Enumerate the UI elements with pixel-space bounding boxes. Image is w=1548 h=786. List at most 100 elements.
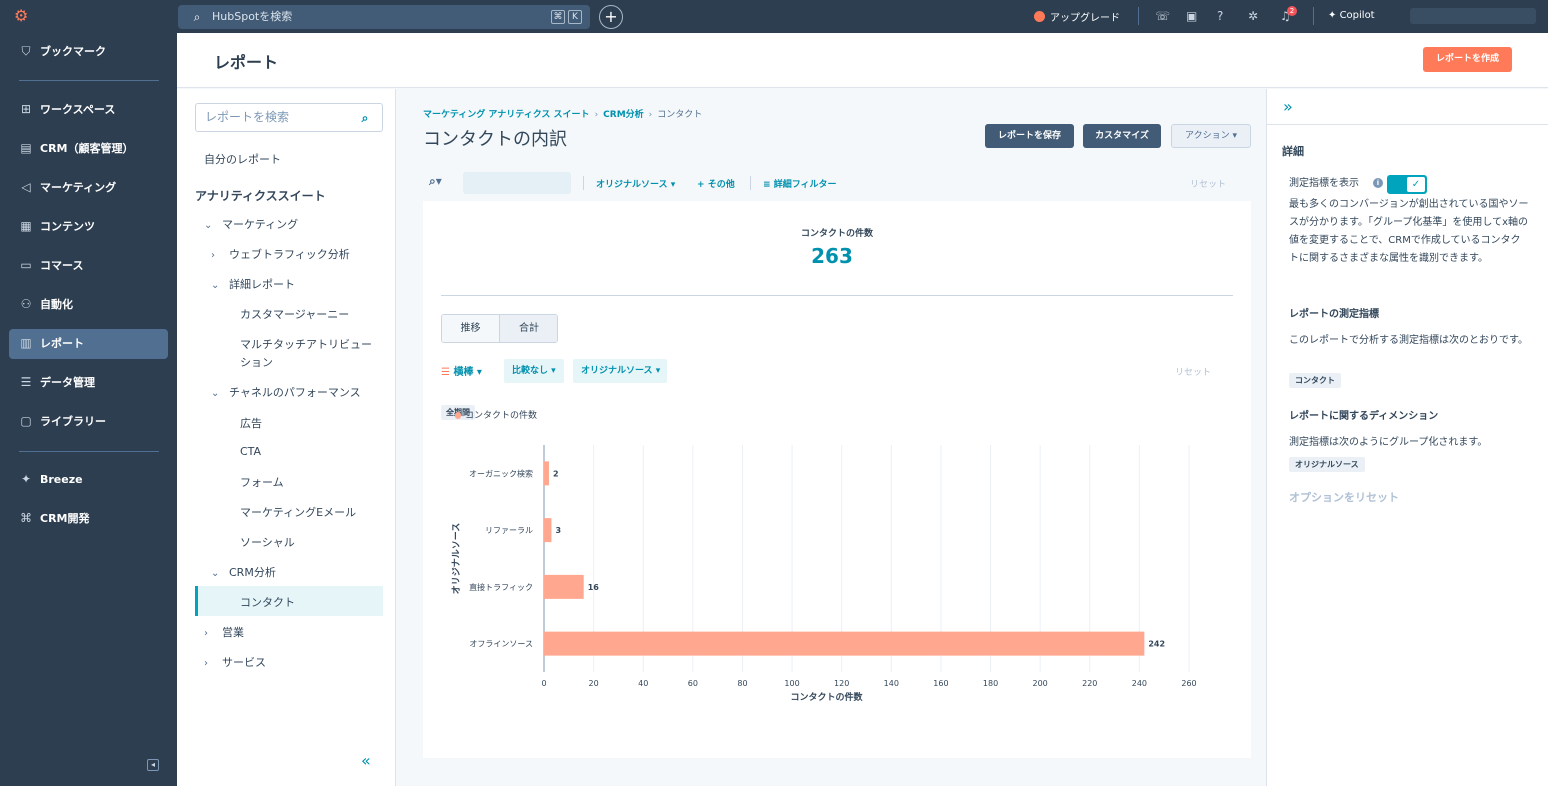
nav-workspace[interactable]: ⊞ ワークスペース (9, 95, 168, 125)
nav-commerce[interactable]: ▭ コマース (9, 251, 168, 281)
create-report-button[interactable]: レポートを作成 (1423, 47, 1512, 72)
bar-value-label: 3 (555, 526, 561, 535)
filter-search-icon[interactable]: ⌕▾ (429, 174, 442, 189)
tree-item-ads[interactable]: 広告 (240, 415, 262, 431)
tree-item-crm-analytics[interactable]: ⌄ CRM分析 (211, 564, 276, 580)
hubspot-logo-icon[interactable]: ⚙ (14, 6, 34, 26)
nav-crm[interactable]: ▤ CRM（顧客管理） (9, 134, 168, 164)
breadcrumb-link[interactable]: CRM分析 (603, 110, 644, 120)
nav-bookmarks[interactable]: ⛉ ブックマーク (9, 37, 168, 67)
tree-item-web-traffic[interactable]: › ウェブトラフィック分析 (211, 246, 350, 262)
tree-item-detailed[interactable]: ⌄ 詳細レポート (211, 276, 295, 292)
date-filter[interactable] (463, 172, 571, 194)
divider (1138, 7, 1139, 25)
metrics-text: このレポートで分析する測定指標は次のとおりです。 (1289, 335, 1528, 346)
tree-item-sales[interactable]: › 営業 (204, 624, 244, 640)
bar (544, 518, 552, 543)
nav-crm-dev[interactable]: ⌘ CRM開発 (9, 504, 168, 534)
report-search-input[interactable]: レポートを検索 ⌕ (195, 103, 383, 132)
nav-data-management[interactable]: ☰ データ管理 (9, 368, 168, 398)
x-tick-label: 200 (1033, 679, 1048, 688)
tree-label: 営業 (222, 626, 244, 639)
tree-item-forms[interactable]: フォーム (240, 474, 284, 490)
tree-item-email[interactable]: マーケティングEメール (240, 504, 356, 520)
tree-item-multi-touch-cont[interactable]: ション (240, 354, 273, 370)
collapse-nav-icon[interactable]: ◂ (147, 759, 159, 771)
filter-reset[interactable]: リセット (1190, 177, 1226, 190)
top-bar: ⚙ ⌕ HubSpotを検索 ⌘ K + アップグレード ☏ ▣ ? ✲ ♫ 2… (0, 0, 1548, 33)
y-category-label: 直接トラフィック (469, 582, 533, 592)
show-metric-label: 測定指標を表示 (1289, 178, 1359, 189)
x-tick-label: 220 (1082, 679, 1097, 688)
tree-label: マーケティング (222, 218, 299, 231)
chart-type-label: 横棒 (453, 367, 474, 378)
nav-label: ワークスペース (40, 103, 116, 116)
customize-button[interactable]: カスタマイズ (1083, 124, 1161, 148)
show-metric-toggle[interactable]: ✓ (1387, 175, 1427, 194)
tree-item-contacts[interactable]: コンタクト (240, 594, 295, 610)
page-header: レポート レポートを作成 (177, 33, 1548, 88)
collapse-tree-icon[interactable]: « (361, 751, 371, 770)
details-heading: 詳細 (1282, 145, 1304, 158)
x-tick-label: 140 (884, 679, 899, 688)
tree-item-multi-touch[interactable]: マルチタッチアトリビュー (240, 336, 372, 352)
tab-trend[interactable]: 推移 (442, 315, 500, 342)
x-tick-label: 240 (1132, 679, 1147, 688)
bar-value-label: 242 (1148, 640, 1165, 649)
cmd-key-icon: ⌘ (551, 10, 565, 24)
nav-content[interactable]: ▦ コンテンツ (9, 212, 168, 242)
nav-marketing[interactable]: ◁ マーケティング (9, 173, 168, 203)
expand-panel-icon[interactable]: » (1283, 97, 1293, 116)
chart-reset[interactable]: リセット (1175, 365, 1211, 378)
marketplace-icon[interactable]: ▣ (1186, 9, 1197, 23)
tree-item-marketing[interactable]: ⌄ マーケティング (204, 216, 298, 232)
code-icon: ⌘ (20, 511, 32, 525)
info-icon[interactable]: i (1373, 178, 1383, 188)
check-icon: ✓ (1407, 177, 1425, 192)
global-search-input[interactable]: ⌕ HubSpotを検索 ⌘ K (178, 5, 590, 29)
actions-label: アクション (1185, 131, 1230, 141)
tree-item-customer-journey[interactable]: カスタマージャーニー (240, 306, 349, 322)
tree-item-channel[interactable]: ⌄ チャネルのパフォーマンス (211, 384, 361, 400)
advanced-filter[interactable]: ≡ 詳細フィルター (763, 177, 837, 190)
x-tick-label: 20 (589, 679, 599, 688)
breadcrumb-link[interactable]: マーケティング アナリティクス スイート (423, 110, 590, 120)
y-category-label: オーガニック検索 (469, 468, 533, 478)
bar-value-label: 16 (588, 583, 600, 592)
nav-label: Breeze (40, 473, 83, 486)
nav-library[interactable]: ▢ ライブラリー (9, 407, 168, 437)
nav-breeze[interactable]: ✦ Breeze (9, 465, 168, 495)
x-tick-label: 180 (983, 679, 998, 688)
filter-label: その他 (707, 180, 735, 190)
nav-label: コマース (40, 259, 84, 272)
save-report-button[interactable]: レポートを保存 (985, 124, 1074, 148)
compare-dropdown[interactable]: 比較なし ▾ (504, 359, 564, 383)
help-icon[interactable]: ? (1217, 9, 1223, 23)
k-key-icon: K (568, 10, 582, 24)
upgrade-button[interactable]: アップグレード (1034, 9, 1120, 24)
phone-icon[interactable]: ☏ (1155, 9, 1170, 23)
tree-my-reports[interactable]: 自分のレポート (204, 151, 281, 167)
divider (19, 451, 159, 452)
more-filter[interactable]: + その他 (697, 177, 735, 190)
tree-item-service[interactable]: › サービス (204, 654, 266, 670)
chevron-down-icon: ⌄ (211, 388, 220, 399)
divider (750, 176, 751, 190)
bar (544, 461, 549, 486)
settings-gear-icon[interactable]: ✲ (1248, 9, 1258, 23)
source-filter[interactable]: オリジナルソース ▾ (596, 177, 675, 190)
group-by-dropdown[interactable]: オリジナルソース ▾ (573, 359, 667, 383)
add-button[interactable]: + (599, 5, 623, 29)
filter-bar: ⌕▾ オリジナルソース ▾ + その他 ≡ 詳細フィルター リセット (423, 171, 1251, 195)
chart-type-dropdown[interactable]: ☰ 横棒 ▾ (441, 363, 482, 378)
tab-total[interactable]: 合計 (500, 315, 557, 342)
account-menu[interactable] (1410, 8, 1536, 24)
nav-automation[interactable]: ⚇ 自動化 (9, 290, 168, 320)
copilot-button[interactable]: ✦ Copilot (1328, 10, 1375, 21)
nav-reports[interactable]: ▥ レポート (9, 329, 168, 359)
actions-dropdown[interactable]: アクション ▾ (1171, 124, 1251, 148)
tree-item-social[interactable]: ソーシャル (240, 534, 295, 550)
tree-item-cta[interactable]: CTA (240, 445, 261, 458)
reset-options-link[interactable]: オプションをリセット (1289, 489, 1399, 505)
y-category-label: オフラインソース (469, 640, 533, 649)
